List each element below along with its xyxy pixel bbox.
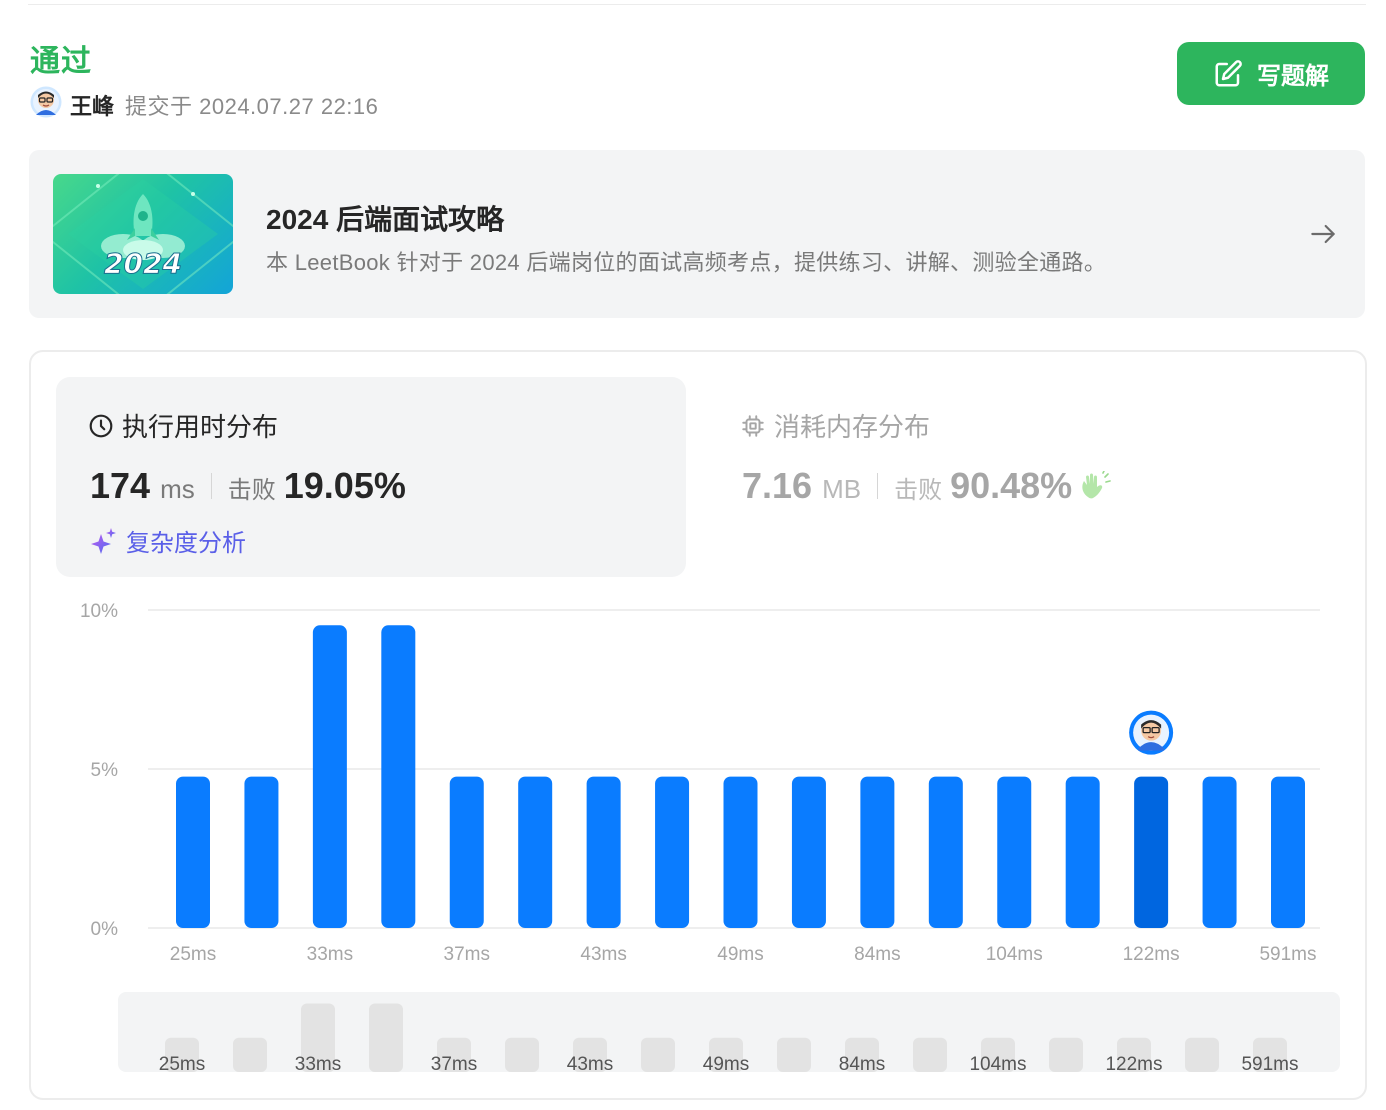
leetbook-banner[interactable]: 2024 2024 后端面试攻略 本 LeetBook 针对于 2024 后端岗… <box>29 150 1365 318</box>
divider <box>210 473 212 499</box>
x-tick-label: 591ms <box>1259 944 1316 965</box>
chart-bar[interactable] <box>176 776 210 928</box>
runtime-stats: 174 ms 击败 19.05% <box>90 465 406 507</box>
x-tick-label: 104ms <box>986 944 1043 965</box>
navigator-tick-label: 37ms <box>431 1054 477 1075</box>
navigator-bar <box>641 1037 675 1072</box>
y-tick-label: 0% <box>91 919 119 940</box>
arrow-right-icon[interactable] <box>1307 218 1339 250</box>
runtime-value: 174 <box>90 465 151 506</box>
navigator-bar <box>1049 1037 1083 1072</box>
navigator-bar <box>777 1037 811 1072</box>
sparkle-icon <box>91 527 116 554</box>
chart-bar[interactable] <box>244 776 279 928</box>
runtime-unit: ms <box>160 474 195 504</box>
navigator-tick-label: 84ms <box>839 1054 885 1075</box>
chart-bar[interactable] <box>1065 776 1100 928</box>
chart-bar[interactable] <box>1271 776 1305 928</box>
navigator-tick-label: 33ms <box>295 1054 341 1075</box>
navigator-bar <box>233 1037 267 1072</box>
navigator-tick-label: 43ms <box>567 1054 613 1075</box>
username[interactable]: 王峰 <box>70 89 114 121</box>
chart-bar[interactable] <box>586 776 621 928</box>
navigator-bar <box>1185 1037 1219 1072</box>
chart-bar[interactable] <box>449 776 484 928</box>
navigator-tick-label: 122ms <box>1105 1054 1162 1075</box>
divider <box>877 473 879 499</box>
navigator-bar <box>913 1037 947 1072</box>
edit-icon <box>1215 59 1242 86</box>
x-tick-label: 84ms <box>854 944 900 965</box>
navigator-tick-label: 104ms <box>969 1054 1026 1075</box>
x-tick-label: 49ms <box>717 944 763 965</box>
chart-bar[interactable] <box>928 776 963 928</box>
runtime-panel[interactable]: 执行用时分布 174 ms 击败 19.05% 复杂度分析 <box>56 377 686 577</box>
runtime-beats-percent: 19.05% <box>283 465 406 506</box>
submission-status: 通过 <box>30 45 92 78</box>
navigator-tick-label: 591ms <box>1241 1054 1298 1075</box>
banner-description: 本 LeetBook 针对于 2024 后端岗位的面试高频考点，提供练习、讲解、… <box>266 250 1107 275</box>
banner-title: 2024 后端面试攻略 <box>266 204 505 235</box>
chart-bar[interactable] <box>1134 776 1169 928</box>
runtime-distribution-chart: 0% 5% 10% 25ms 33ms 37ms 43ms 49ms 84ms 104ms 122m… <box>80 601 1340 1075</box>
chart-bar[interactable] <box>1202 776 1237 928</box>
memory-beats-percent: 90.48% <box>950 465 1073 506</box>
memory-unit: MB <box>822 474 862 504</box>
x-tick-label: 25ms <box>170 944 216 965</box>
banner-image: 2024 <box>53 174 233 294</box>
y-tick-label: 5% <box>91 760 119 781</box>
complexity-analysis-link[interactable]: 复杂度分析 <box>88 523 246 558</box>
x-tick-label: 122ms <box>1123 944 1180 965</box>
x-tick-label: 33ms <box>307 944 353 965</box>
runtime-title: 执行用时分布 <box>122 412 279 442</box>
y-tick-label: 10% <box>80 601 118 622</box>
chart-bar[interactable] <box>723 776 758 928</box>
complexity-analysis-label: 复杂度分析 <box>126 530 246 557</box>
rocket-illustration: 2024 <box>53 174 233 294</box>
clock-icon <box>89 414 113 437</box>
chart-bar[interactable] <box>518 776 553 928</box>
my-submission-avatar-marker <box>1128 709 1174 756</box>
memory-stats: 7.16 MB 击败 90.48% <box>742 465 1112 507</box>
chart-bar[interactable] <box>997 776 1032 928</box>
memory-beats-label: 击败 <box>894 477 943 504</box>
navigator-tick-label: 25ms <box>159 1054 205 1075</box>
navigator-bar <box>369 1003 403 1072</box>
chip-icon <box>742 414 764 437</box>
memory-panel[interactable]: 消耗内存分布 7.16 MB 击败 90.48% <box>716 377 1346 577</box>
navigator-bar <box>505 1037 539 1072</box>
chart-bar[interactable] <box>312 625 347 928</box>
runtime-beats-label: 击败 <box>227 477 276 504</box>
chart-bar[interactable] <box>381 625 416 928</box>
banner-image-text: 2024 <box>104 247 182 280</box>
memory-title: 消耗内存分布 <box>774 412 931 442</box>
chart-bar[interactable] <box>791 776 826 928</box>
chart-bar[interactable] <box>860 776 895 928</box>
memory-value: 7.16 <box>742 465 813 506</box>
user-avatar[interactable] <box>30 86 62 118</box>
clap-icon <box>1082 471 1111 499</box>
write-solution-button[interactable]: 写题解 <box>1177 42 1365 105</box>
write-solution-label: 写题解 <box>1257 63 1329 90</box>
submission-time: 提交于 2024.07.27 22:16 <box>125 94 379 119</box>
chart-bar[interactable] <box>655 776 690 928</box>
navigator-tick-label: 49ms <box>703 1054 749 1075</box>
x-tick-label: 43ms <box>580 944 626 965</box>
top-divider <box>28 4 1366 5</box>
x-tick-label: 37ms <box>444 944 490 965</box>
